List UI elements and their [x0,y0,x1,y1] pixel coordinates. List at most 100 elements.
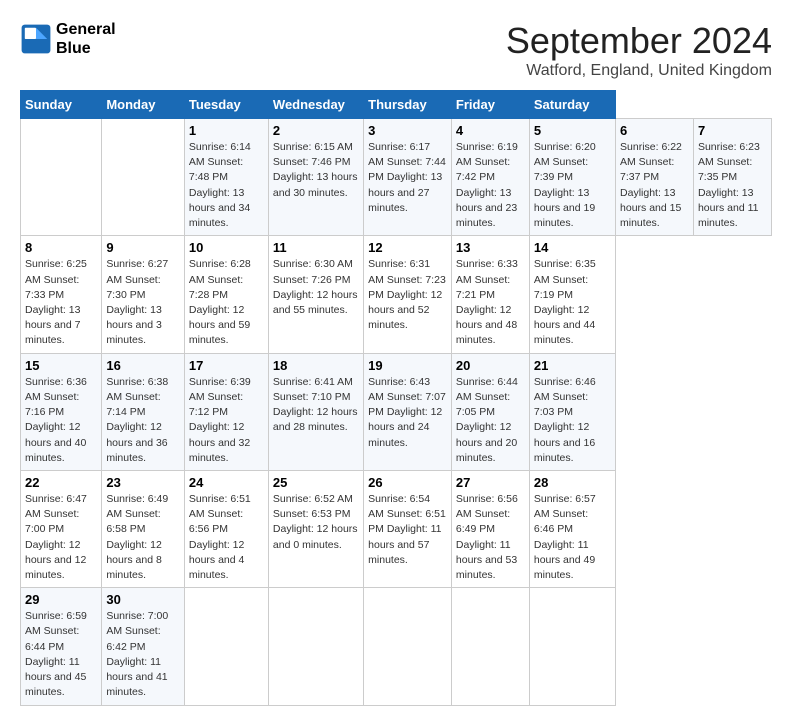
day-number: 24 [189,475,264,490]
day-info: Sunrise: 6:17 AM Sunset: 7:44 PM Dayligh… [368,140,447,216]
day-number: 29 [25,592,97,607]
day-number: 17 [189,358,264,373]
calendar-week-1: 1Sunrise: 6:14 AM Sunset: 7:48 PM Daylig… [21,119,772,236]
calendar-cell: 11Sunrise: 6:30 AM Sunset: 7:26 PM Dayli… [268,236,363,353]
day-info: Sunrise: 6:33 AM Sunset: 7:21 PM Dayligh… [456,257,525,348]
day-number: 3 [368,123,447,138]
day-info: Sunrise: 6:44 AM Sunset: 7:05 PM Dayligh… [456,375,525,466]
logo: General Blue [20,20,116,58]
day-number: 1 [189,123,264,138]
day-info: Sunrise: 7:00 AM Sunset: 6:42 PM Dayligh… [106,609,180,700]
calendar-cell: 5 Sunrise: 6:20 AM Sunset: 7:39 PM Daylig… [529,119,615,236]
day-info: Sunrise: 6:52 AM Sunset: 6:53 PM Dayligh… [273,492,359,553]
calendar-cell: 29 Sunrise: 6:59 AM Sunset: 6:44 PM Dayli… [21,588,102,705]
day-info: Sunrise: 6:43 AM Sunset: 7:07 PM Dayligh… [368,375,447,451]
day-info: Sunrise: 6:46 AM Sunset: 7:03 PM Dayligh… [534,375,611,466]
day-number: 15 [25,358,97,373]
day-number: 27 [456,475,525,490]
calendar-cell: 16 Sunrise: 6:38 AM Sunset: 7:14 PM Dayli… [102,353,185,470]
day-number: 4 [456,123,525,138]
logo-icon [20,23,52,55]
calendar-cell [529,588,615,705]
location-title: Watford, England, United Kingdom [506,62,772,80]
calendar-week-4: 22Sunrise: 6:47 AM Sunset: 7:00 PM Dayli… [21,470,772,587]
calendar-cell: 30 Sunrise: 7:00 AM Sunset: 6:42 PM Dayli… [102,588,185,705]
calendar-cell: 8Sunrise: 6:25 AM Sunset: 7:33 PM Daylig… [21,236,102,353]
day-number: 5 [534,123,611,138]
day-info: Sunrise: 6:15 AM Sunset: 7:46 PM Dayligh… [273,140,359,201]
col-header-sunday: Sunday [21,91,102,119]
calendar-cell: 13 Sunrise: 6:33 AM Sunset: 7:21 PM Dayli… [451,236,529,353]
day-info: Sunrise: 6:35 AM Sunset: 7:19 PM Dayligh… [534,257,611,348]
col-header-thursday: Thursday [364,91,452,119]
calendar-cell: 20 Sunrise: 6:44 AM Sunset: 7:05 PM Dayli… [451,353,529,470]
day-info: Sunrise: 6:20 AM Sunset: 7:39 PM Dayligh… [534,140,611,231]
calendar-cell [102,119,185,236]
day-info: Sunrise: 6:49 AM Sunset: 6:58 PM Dayligh… [106,492,180,583]
day-info: Sunrise: 6:54 AM Sunset: 6:51 PM Dayligh… [368,492,447,568]
day-number: 6 [620,123,689,138]
day-number: 7 [698,123,767,138]
calendar-cell: 18 Sunrise: 6:41 AM Sunset: 7:10 PM Dayli… [268,353,363,470]
day-info: Sunrise: 6:51 AM Sunset: 6:56 PM Dayligh… [189,492,264,583]
day-number: 2 [273,123,359,138]
calendar-cell: 6Sunrise: 6:22 AM Sunset: 7:37 PM Daylig… [616,119,694,236]
calendar-table: SundayMondayTuesdayWednesdayThursdayFrid… [20,90,772,706]
day-number: 23 [106,475,180,490]
calendar-cell: 15Sunrise: 6:36 AM Sunset: 7:16 PM Dayli… [21,353,102,470]
day-info: Sunrise: 6:56 AM Sunset: 6:49 PM Dayligh… [456,492,525,583]
day-info: Sunrise: 6:28 AM Sunset: 7:28 PM Dayligh… [189,257,264,348]
calendar-cell: 2 Sunrise: 6:15 AM Sunset: 7:46 PM Daylig… [268,119,363,236]
month-title: September 2024 [506,20,772,62]
calendar-cell: 9 Sunrise: 6:27 AM Sunset: 7:30 PM Daylig… [102,236,185,353]
day-number: 26 [368,475,447,490]
day-info: Sunrise: 6:31 AM Sunset: 7:23 PM Dayligh… [368,257,447,333]
calendar-week-3: 15Sunrise: 6:36 AM Sunset: 7:16 PM Dayli… [21,353,772,470]
calendar-cell: 23 Sunrise: 6:49 AM Sunset: 6:58 PM Dayli… [102,470,185,587]
calendar-cell: 3 Sunrise: 6:17 AM Sunset: 7:44 PM Daylig… [364,119,452,236]
day-number: 18 [273,358,359,373]
day-number: 30 [106,592,180,607]
day-info: Sunrise: 6:39 AM Sunset: 7:12 PM Dayligh… [189,375,264,466]
calendar-cell: 21 Sunrise: 6:46 AM Sunset: 7:03 PM Dayli… [529,353,615,470]
day-number: 16 [106,358,180,373]
calendar-cell: 28Sunrise: 6:57 AM Sunset: 6:46 PM Dayli… [529,470,615,587]
col-header-tuesday: Tuesday [184,91,268,119]
calendar-week-2: 8Sunrise: 6:25 AM Sunset: 7:33 PM Daylig… [21,236,772,353]
day-info: Sunrise: 6:23 AM Sunset: 7:35 PM Dayligh… [698,140,767,231]
day-number: 28 [534,475,611,490]
day-number: 25 [273,475,359,490]
day-info: Sunrise: 6:41 AM Sunset: 7:10 PM Dayligh… [273,375,359,436]
calendar-cell [451,588,529,705]
calendar-cell [268,588,363,705]
calendar-cell: 1Sunrise: 6:14 AM Sunset: 7:48 PM Daylig… [184,119,268,236]
day-info: Sunrise: 6:27 AM Sunset: 7:30 PM Dayligh… [106,257,180,348]
calendar-cell: 12 Sunrise: 6:31 AM Sunset: 7:23 PM Dayli… [364,236,452,353]
col-header-saturday: Saturday [529,91,615,119]
day-number: 9 [106,240,180,255]
day-number: 12 [368,240,447,255]
day-number: 19 [368,358,447,373]
calendar-cell [21,119,102,236]
day-number: 13 [456,240,525,255]
day-info: Sunrise: 6:59 AM Sunset: 6:44 PM Dayligh… [25,609,97,700]
col-header-monday: Monday [102,91,185,119]
calendar-cell: 10 Sunrise: 6:28 AM Sunset: 7:28 PM Dayli… [184,236,268,353]
day-info: Sunrise: 6:19 AM Sunset: 7:42 PM Dayligh… [456,140,525,231]
day-info: Sunrise: 6:30 AM Sunset: 7:26 PM Dayligh… [273,257,359,318]
day-number: 8 [25,240,97,255]
day-info: Sunrise: 6:38 AM Sunset: 7:14 PM Dayligh… [106,375,180,466]
col-header-wednesday: Wednesday [268,91,363,119]
logo-text: General Blue [56,20,116,58]
calendar-cell: 7 Sunrise: 6:23 AM Sunset: 7:35 PM Daylig… [693,119,771,236]
day-number: 20 [456,358,525,373]
title-area: September 2024 Watford, England, United … [506,20,772,80]
calendar-cell [184,588,268,705]
day-number: 10 [189,240,264,255]
calendar-cell: 27 Sunrise: 6:56 AM Sunset: 6:49 PM Dayli… [451,470,529,587]
calendar-cell: 14 Sunrise: 6:35 AM Sunset: 7:19 PM Dayli… [529,236,615,353]
day-number: 14 [534,240,611,255]
day-number: 21 [534,358,611,373]
day-number: 22 [25,475,97,490]
calendar-cell: 26 Sunrise: 6:54 AM Sunset: 6:51 PM Dayli… [364,470,452,587]
